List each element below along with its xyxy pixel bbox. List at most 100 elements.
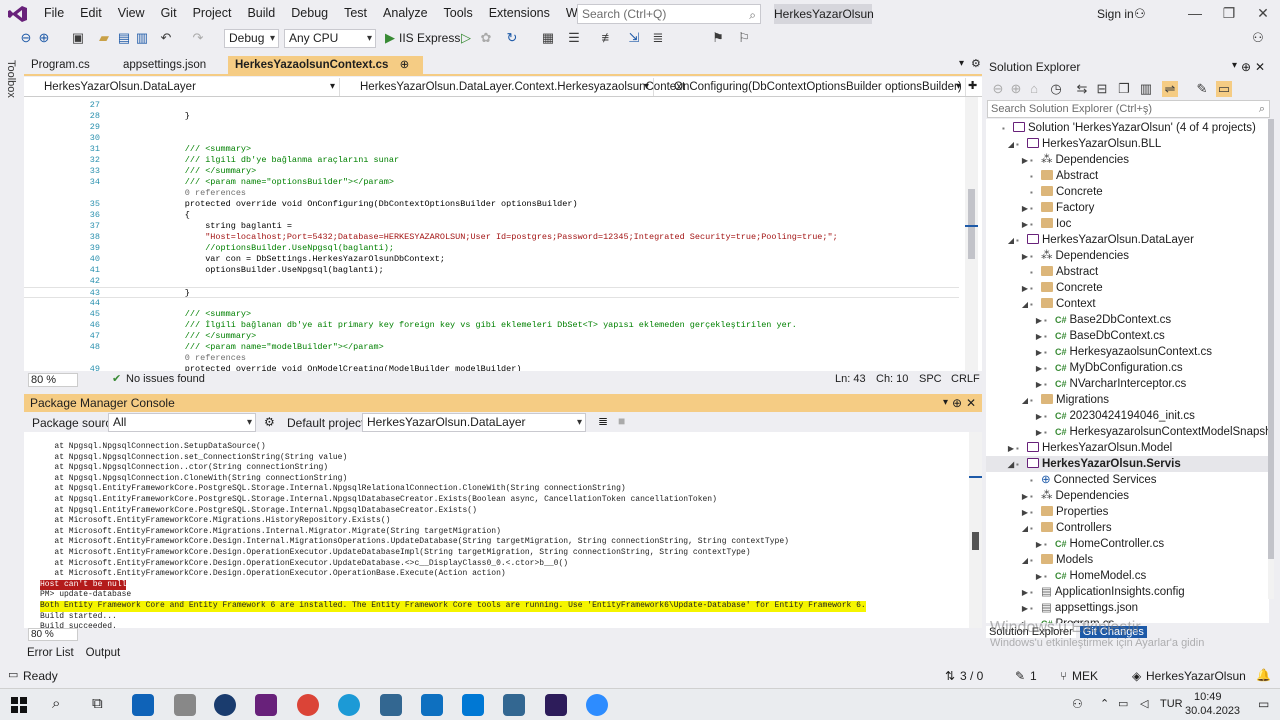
expanded-arrow-icon[interactable]: ◢ [1006, 137, 1016, 153]
menu-analyze[interactable]: Analyze [375, 0, 435, 27]
vscode-icon[interactable] [462, 694, 484, 716]
branch-name[interactable]: MEK [1072, 669, 1098, 683]
tray-arrow-icon[interactable]: ⌃ [1100, 697, 1109, 710]
expanded-arrow-icon[interactable]: ◢ [1020, 553, 1030, 569]
sign-in-link[interactable]: Sign in [1097, 7, 1134, 21]
app-icon[interactable] [174, 694, 196, 716]
tree-item[interactable]: ◢ ▪ HerkesYazarOlsun.Servis [986, 456, 1269, 472]
code-editor[interactable]: 27 28 } 29 30 31 /// <summary> 32 /// ilgili … [24, 97, 982, 371]
collapsed-arrow-icon[interactable]: ▶ [1020, 601, 1030, 617]
se-preview-icon[interactable]: ▭ [1216, 81, 1232, 97]
repo-icon[interactable]: ◈ [1132, 669, 1141, 683]
class-nav-select[interactable]: HerkesYazarOlsun.DataLayer.Context.Herke… [342, 78, 685, 96]
pmc-close-icon[interactable]: ✕ [966, 394, 976, 412]
new-project-icon[interactable]: ▣ [70, 30, 86, 46]
forward-icon[interactable]: ⊕ [36, 30, 52, 46]
tree-item[interactable]: ▶ ▪ C# HomeModel.cs [986, 568, 1269, 584]
expanded-arrow-icon[interactable]: ◢ [1020, 297, 1030, 313]
align-icon[interactable]: ☰ [566, 30, 582, 46]
expanded-arrow-icon[interactable]: ◢ [1020, 521, 1030, 537]
tab-overflow-icon[interactable]: ▾ [959, 58, 964, 69]
settings-icon[interactable]: ⚙ [971, 57, 981, 70]
open-folder-icon[interactable]: ▰ [96, 30, 112, 46]
tree-item[interactable]: ▪ Solution 'HerkesYazarOlsun' (4 of 4 pro… [986, 120, 1269, 136]
notifications-icon[interactable]: 🔔 [1256, 668, 1271, 682]
pin-icon[interactable]: ⊕ [400, 59, 410, 71]
outlook-icon[interactable] [132, 694, 154, 716]
menu-edit[interactable]: Edit [72, 0, 110, 27]
menu-project[interactable]: Project [185, 0, 240, 27]
tree-item[interactable]: ▶ ▪ C# Base2DbContext.cs [986, 312, 1269, 328]
expanded-arrow-icon[interactable]: ◢ [1006, 457, 1016, 473]
tree-item[interactable]: ▪ Concrete [986, 184, 1269, 200]
expanded-arrow-icon[interactable]: ◢ [1020, 393, 1030, 409]
se-pin-icon[interactable]: ⊕ [1241, 60, 1251, 74]
git-pending[interactable]: 3 / 0 [960, 669, 983, 683]
terminal-icon[interactable] [545, 694, 567, 716]
tab-output[interactable]: Output [86, 647, 121, 659]
se-pending-icon[interactable]: ◷ [1048, 81, 1064, 97]
se-sync-icon[interactable]: ⇆ [1074, 81, 1090, 97]
se-properties-icon[interactable]: ▥ [1138, 81, 1154, 97]
pgadmin-icon[interactable] [503, 694, 525, 716]
tree-item[interactable]: ▶ ▪ ⁂ Dependencies [986, 488, 1269, 504]
pmc-zoom[interactable]: 80 % [28, 628, 78, 641]
close-window-button[interactable]: ✕ [1246, 0, 1280, 27]
solution-search-box[interactable]: Search Solution Explorer (Ctrl+ş) ⌕ [987, 100, 1270, 118]
toolbox-strip[interactable]: Toolbox [0, 56, 22, 642]
network-icon[interactable]: ▭ [1118, 697, 1128, 710]
se-forward-icon[interactable]: ⊕ [1008, 81, 1024, 97]
project-nav-select[interactable]: HerkesYazarOlsun.DataLayer [26, 78, 340, 96]
pmc-scroll-thumb[interactable] [972, 532, 979, 550]
redo-icon[interactable]: ↷ [190, 30, 206, 46]
tree-item[interactable]: ▪ Abstract [986, 264, 1269, 280]
se-close-icon[interactable]: ✕ [1255, 60, 1265, 74]
changes-count[interactable]: 1 [1030, 669, 1037, 683]
undo-icon[interactable]: ↶ [158, 30, 174, 46]
tree-item[interactable]: ◢ ▪ Context [986, 296, 1269, 312]
collapsed-arrow-icon[interactable]: ▶ [1034, 361, 1044, 377]
windows-start-icon[interactable] [11, 697, 27, 713]
save-icon[interactable]: ▤ [116, 30, 132, 46]
start-without-debug-icon[interactable]: ▷ [458, 30, 474, 46]
app2-icon[interactable] [214, 694, 236, 716]
people-icon[interactable]: ⚇ [1072, 697, 1083, 711]
git-arrows-icon[interactable]: ⇅ [945, 669, 955, 683]
collapsed-arrow-icon[interactable]: ▶ [1034, 313, 1044, 329]
volume-icon[interactable]: ◁ [1140, 697, 1148, 710]
tree-item[interactable]: ▶ ▪ Concrete [986, 280, 1269, 296]
search-box[interactable]: Search (Ctrl+Q) ⌕ [577, 4, 761, 24]
minimize-button[interactable]: — [1178, 0, 1212, 27]
whitespace-mode[interactable]: SPC [919, 373, 942, 385]
collapsed-arrow-icon[interactable]: ▶ [1020, 201, 1030, 217]
pmc-scrollbar[interactable] [969, 432, 982, 628]
maximize-button[interactable]: ❐ [1212, 0, 1246, 27]
platform-select[interactable]: Any CPU [284, 29, 376, 48]
configuration-select[interactable]: Debug [224, 29, 279, 48]
action-center-icon[interactable]: ▭ [1258, 697, 1269, 711]
menu-file[interactable]: File [36, 0, 72, 27]
se-track-active-icon[interactable]: ⇌ [1162, 81, 1178, 97]
se-showall-icon[interactable]: ❐ [1116, 81, 1132, 97]
tree-item[interactable]: ◢ ▪ HerkesYazarOlsun.BLL [986, 136, 1269, 152]
expanded-arrow-icon[interactable]: ◢ [1006, 233, 1016, 249]
se-home-icon[interactable]: ⌂ [1026, 81, 1042, 97]
collapsed-arrow-icon[interactable]: ▶ [1020, 585, 1030, 601]
tree-item[interactable]: ▶ ▪ Ioc [986, 216, 1269, 232]
live-share-icon[interactable]: ⚇ [1250, 30, 1266, 46]
se-back-icon[interactable]: ⊖ [990, 81, 1006, 97]
collapsed-arrow-icon[interactable]: ▶ [1034, 425, 1044, 441]
tree-item[interactable]: ◢ ▪ HerkesYazarOlsun.DataLayer [986, 232, 1269, 248]
collapsed-arrow-icon[interactable]: ▶ [1034, 377, 1044, 393]
se-dropdown-icon[interactable]: ▾ [1232, 60, 1237, 71]
menu-debug[interactable]: Debug [283, 0, 336, 27]
se-collapse-icon[interactable]: ⊟ [1094, 81, 1110, 97]
postgres-icon[interactable] [380, 694, 402, 716]
tab-program-cs[interactable]: Program.cs [24, 56, 97, 75]
stop-icon[interactable]: ■ [618, 414, 625, 428]
tree-item[interactable]: ▶ ▪ Properties [986, 504, 1269, 520]
zoom-icon[interactable] [586, 694, 608, 716]
step-icon[interactable]: ⇲ [626, 30, 642, 46]
tab-herkesyazaolsun-context[interactable]: HerkesYazaolsunContext.cs ⊕ ✕ [228, 56, 423, 90]
taskbar-search-icon[interactable]: ⌕ [52, 695, 60, 712]
